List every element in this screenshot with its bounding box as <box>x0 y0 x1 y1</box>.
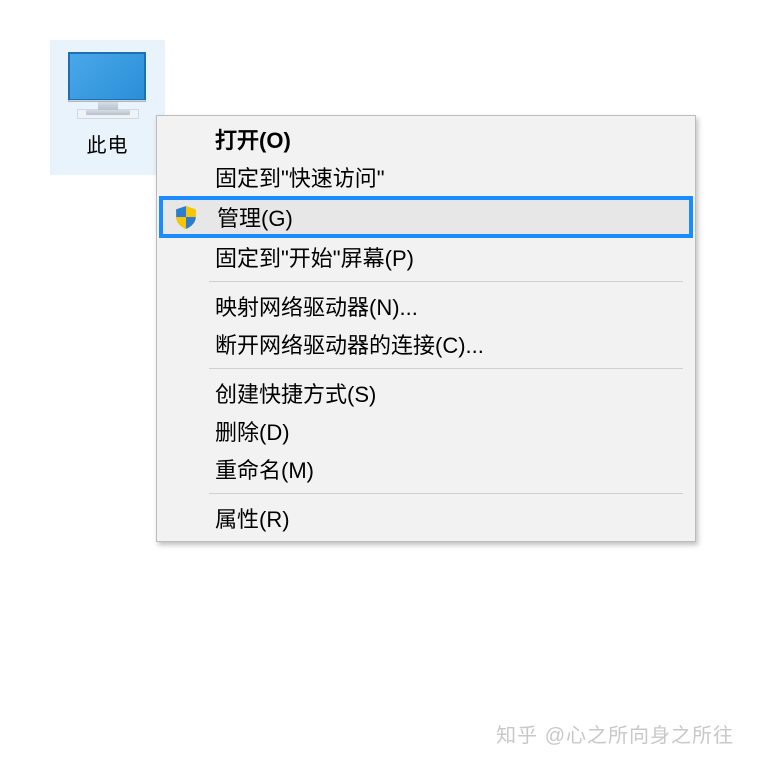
menu-item-delete[interactable]: 删除(D) <box>159 412 693 450</box>
menu-item-label: 固定到"快速访问" <box>215 161 385 193</box>
desktop-icon-this-pc[interactable]: 此电 <box>50 40 165 180</box>
menu-item-pin-quickaccess[interactable]: 固定到"快速访问" <box>159 158 693 196</box>
menu-item-disconnect-network[interactable]: 断开网络驱动器的连接(C)... <box>159 325 693 363</box>
menu-separator <box>209 493 683 494</box>
menu-item-label: 删除(D) <box>215 415 290 447</box>
menu-item-properties[interactable]: 属性(R) <box>159 499 693 537</box>
watermark-text: 知乎 @心之所向身之所往 <box>496 719 734 748</box>
desktop-icon-container: 此电 <box>50 40 165 175</box>
menu-item-rename[interactable]: 重命名(M) <box>159 450 693 488</box>
menu-item-pin-start[interactable]: 固定到"开始"屏幕(P) <box>159 238 693 276</box>
menu-item-label: 打开(O) <box>215 123 291 155</box>
menu-item-create-shortcut[interactable]: 创建快捷方式(S) <box>159 374 693 412</box>
context-menu: 打开(O) 固定到"快速访问" 管理(G) 固定到"开始"屏幕(P) 映射网络驱… <box>156 115 696 542</box>
menu-item-open[interactable]: 打开(O) <box>159 120 693 158</box>
menu-item-label: 创建快捷方式(S) <box>215 377 376 409</box>
menu-item-label: 映射网络驱动器(N)... <box>215 290 418 322</box>
menu-item-label: 固定到"开始"屏幕(P) <box>215 241 414 273</box>
menu-item-map-network[interactable]: 映射网络驱动器(N)... <box>159 287 693 325</box>
menu-separator <box>209 368 683 369</box>
desktop-icon-label: 此电 <box>87 129 129 158</box>
menu-item-label: 重命名(M) <box>215 453 314 485</box>
uac-shield-icon <box>173 204 199 230</box>
menu-item-label: 断开网络驱动器的连接(C)... <box>215 328 484 360</box>
computer-icon <box>68 52 148 107</box>
menu-item-label: 管理(G) <box>217 201 293 233</box>
menu-item-manage[interactable]: 管理(G) <box>161 198 691 236</box>
menu-item-label: 属性(R) <box>215 502 290 534</box>
menu-separator <box>209 281 683 282</box>
